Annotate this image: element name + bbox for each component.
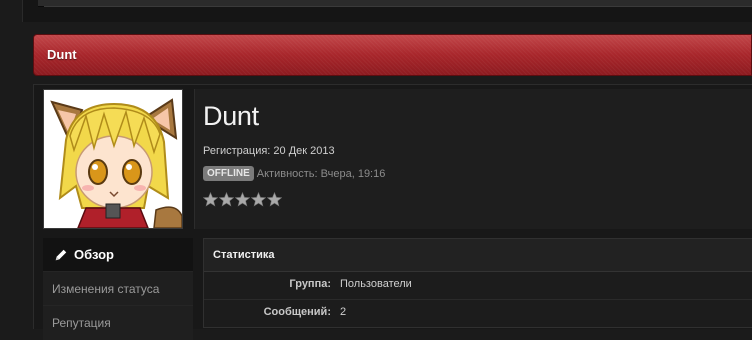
stat-value: 2 — [340, 306, 347, 318]
registration-date: Регистрация: 20 Дек 2013 — [203, 145, 335, 157]
last-activity: Активность: Вчера, 19:16 — [256, 167, 386, 180]
statistics-panel: Статистика Группа: Пользователи Сообщени… — [203, 238, 752, 328]
star-icon[interactable] — [267, 192, 282, 207]
divider — [44, 6, 752, 7]
stat-value: Пользователи — [340, 278, 412, 290]
avatar[interactable] — [43, 89, 183, 229]
stat-key: Сообщений: — [263, 306, 331, 318]
avatar-image — [44, 90, 182, 228]
username: Dunt — [203, 101, 259, 131]
sidebar-item-overview[interactable]: Обзор — [43, 238, 193, 272]
star-icon[interactable] — [219, 192, 234, 207]
sidebar-item-label: Обзор — [74, 247, 114, 262]
stat-row-posts: Сообщений: 2 — [204, 299, 752, 327]
star-icon[interactable] — [235, 192, 250, 207]
profile-header-bar: Dunt — [33, 34, 752, 76]
profile-sidebar-nav: Обзор Изменения статуса Репутация — [43, 238, 193, 340]
star-icon[interactable] — [203, 192, 218, 207]
online-status: OFFLINE Активность: Вчера, 19:16 — [203, 166, 385, 181]
rating-stars[interactable] — [203, 192, 282, 207]
sidebar-item-status-updates[interactable]: Изменения статуса — [43, 272, 193, 306]
stat-key: Группа: — [289, 278, 331, 290]
stat-row-group: Группа: Пользователи — [204, 271, 752, 300]
sidebar-item-label: Изменения статуса — [52, 281, 160, 296]
sidebar-item-reputation[interactable]: Репутация — [43, 306, 193, 340]
pencil-icon — [55, 249, 67, 260]
header-title: Dunt — [47, 47, 77, 62]
status-badge: OFFLINE — [203, 166, 254, 181]
statistics-title: Статистика — [204, 239, 752, 272]
star-icon[interactable] — [251, 192, 266, 207]
user-info-panel — [194, 89, 752, 229]
